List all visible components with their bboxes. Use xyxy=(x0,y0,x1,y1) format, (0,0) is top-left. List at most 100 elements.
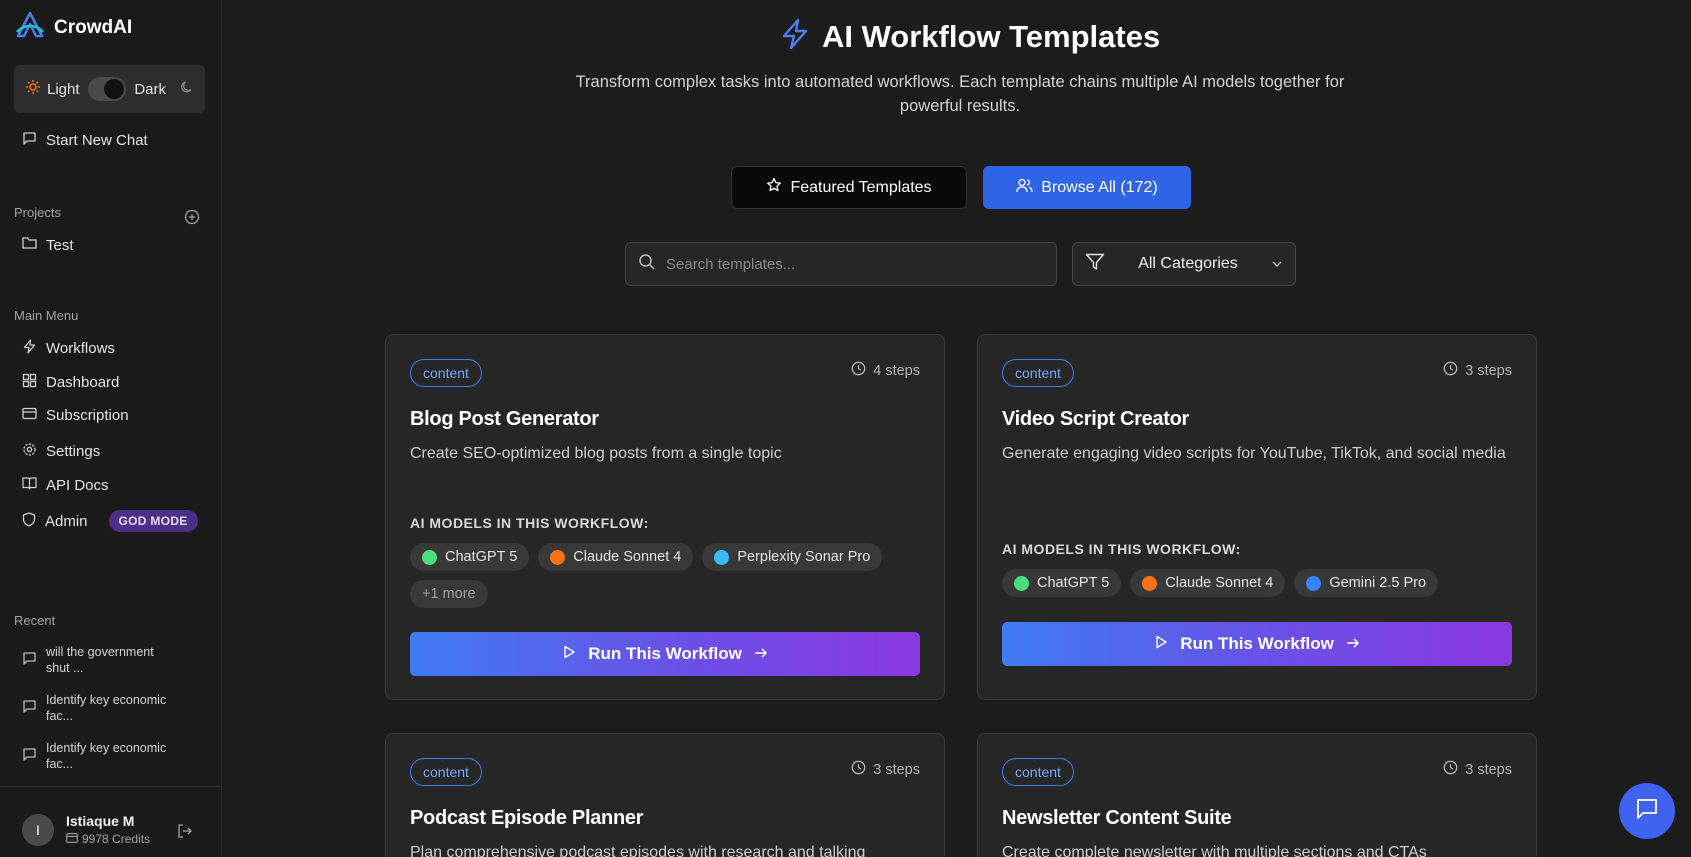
grid-icon xyxy=(22,373,37,392)
sidebar-item-label: Workflows xyxy=(46,340,115,357)
recent-label: Recent xyxy=(14,613,56,628)
brand-name: CrowdAI xyxy=(54,16,133,38)
sun-icon xyxy=(25,79,41,99)
theme-dark-label: Dark xyxy=(134,80,166,98)
card-title: Podcast Episode Planner xyxy=(410,807,644,829)
user-profile: I Istiaque M 9978 Credits xyxy=(0,786,222,857)
card-title: Newsletter Content Suite xyxy=(1002,807,1232,829)
filter-icon xyxy=(1085,253,1105,276)
main-menu-label: Main Menu xyxy=(14,308,79,323)
model-name: Gemini 2.5 Pro xyxy=(1329,575,1427,591)
sidebar-item-settings[interactable]: Settings xyxy=(22,442,100,461)
models-label: AI MODELS IN THIS WORKFLOW: xyxy=(410,515,649,531)
model-chip: Gemini 2.5 Pro xyxy=(1294,569,1439,597)
shield-icon xyxy=(22,511,36,531)
sidebar-item-label: Admin xyxy=(45,512,88,530)
credit-card-icon xyxy=(66,832,78,846)
card-description: Plan comprehensive podcast episodes with… xyxy=(410,844,866,857)
moon-icon xyxy=(180,80,194,98)
credits-label: 9978 Credits xyxy=(82,832,151,846)
model-chip: ChatGPT 5 xyxy=(410,543,530,571)
steps-label: 4 steps xyxy=(873,362,920,379)
workflow-card: content 3 steps Video Script Creator Gen… xyxy=(977,334,1537,700)
play-icon xyxy=(1154,634,1168,654)
brand[interactable]: CrowdAI xyxy=(14,10,132,45)
sidebar-item-admin[interactable]: Admin GOD MODE xyxy=(22,510,198,532)
model-name: ChatGPT 5 xyxy=(445,549,518,565)
sidebar-item-subscription[interactable]: Subscription xyxy=(22,407,129,424)
tab-label: Featured Templates xyxy=(790,178,932,196)
category-filter-select[interactable]: All Categories xyxy=(1072,242,1296,286)
tab-featured-templates[interactable]: Featured Templates xyxy=(731,166,967,209)
run-workflow-label: Run This Workflow xyxy=(1180,634,1334,653)
start-new-chat-button[interactable]: Start New Chat xyxy=(22,131,148,150)
book-icon xyxy=(22,476,37,494)
step-count: 3 steps xyxy=(1443,361,1512,380)
clock-icon xyxy=(1443,760,1458,779)
project-item-test[interactable]: Test xyxy=(22,236,74,254)
more-models-chip: +1 more xyxy=(410,580,488,608)
tab-browse-all[interactable]: Browse All (172) xyxy=(983,166,1191,209)
star-icon xyxy=(766,177,782,198)
step-count: 4 steps xyxy=(851,361,920,380)
chat-bubble-icon xyxy=(22,747,37,766)
page-subtitle: Transform complex tasks into automated w… xyxy=(575,73,1345,115)
user-credits: 9978 Credits xyxy=(66,832,150,846)
users-icon xyxy=(1016,178,1033,198)
model-chip: Claude Sonnet 4 xyxy=(1130,569,1286,597)
sidebar-item-label: Settings xyxy=(46,443,101,460)
zap-icon xyxy=(22,339,37,358)
chat-support-button[interactable] xyxy=(1619,783,1675,839)
steps-label: 3 steps xyxy=(873,761,920,778)
search-input[interactable] xyxy=(666,255,1044,273)
category-badge: content xyxy=(1002,758,1074,786)
page-title: AI Workflow Templates xyxy=(822,18,1161,54)
step-count: 3 steps xyxy=(1443,760,1512,779)
clock-icon xyxy=(1443,361,1458,380)
theme-toggle[interactable] xyxy=(87,77,127,101)
model-chip: Perplexity Sonar Pro xyxy=(702,543,883,571)
chat-bubble-icon xyxy=(22,651,37,670)
start-new-chat-label: Start New Chat xyxy=(46,132,148,149)
category-filter-value: All Categories xyxy=(1138,255,1238,272)
tab-label: Browse All (172) xyxy=(1041,178,1158,196)
category-badge: content xyxy=(410,359,482,387)
sidebar-item-label: API Docs xyxy=(46,476,109,494)
model-name: Perplexity Sonar Pro xyxy=(737,549,871,565)
card-title: Blog Post Generator xyxy=(410,408,599,430)
chat-bubble-icon xyxy=(22,699,37,718)
recent-chat-item[interactable]: will the government shut ... xyxy=(22,644,176,676)
model-name: ChatGPT 5 xyxy=(1037,575,1110,591)
projects-label: Projects xyxy=(14,205,61,220)
user-name: Istiaque M xyxy=(66,813,135,829)
run-workflow-button[interactable]: Run This Workflow xyxy=(1002,622,1512,666)
recent-chat-item[interactable]: Identify key economic fac... xyxy=(22,740,176,772)
arrow-right-icon xyxy=(1346,634,1360,654)
chevron-down-icon xyxy=(1271,255,1283,273)
avatar[interactable]: I xyxy=(22,814,54,846)
sidebar-item-label: Subscription xyxy=(46,407,129,424)
sidebar-item-api-docs[interactable]: API Docs xyxy=(22,476,109,494)
sidebar-item-workflows[interactable]: Workflows xyxy=(22,339,115,358)
workflow-card: content 3 steps Newsletter Content Suite… xyxy=(977,733,1537,857)
god-mode-badge: GOD MODE xyxy=(108,510,198,532)
card-title: Video Script Creator xyxy=(1002,408,1190,430)
recent-chat-item[interactable]: Identify key economic fac... xyxy=(22,692,176,724)
recent-chat-label: Identify key economic fac... xyxy=(46,741,167,771)
model-chip: ChatGPT 5 xyxy=(1002,569,1122,597)
step-count: 3 steps xyxy=(851,760,920,779)
add-project-icon[interactable] xyxy=(184,209,200,230)
run-workflow-button[interactable]: Run This Workflow xyxy=(410,632,920,676)
project-label: Test xyxy=(46,236,74,254)
chat-bubble-icon xyxy=(1635,797,1659,826)
sidebar-item-dashboard[interactable]: Dashboard xyxy=(22,373,119,392)
logout-icon[interactable] xyxy=(177,823,193,844)
page-header: AI Workflow Templates xyxy=(780,18,1160,55)
chat-bubble-icon xyxy=(22,131,37,150)
category-badge: content xyxy=(1002,359,1074,387)
sidebar: CrowdAI Light Dark Start New Chat Projec… xyxy=(0,0,222,857)
clock-icon xyxy=(851,760,866,779)
sidebar-item-label: Dashboard xyxy=(46,374,120,391)
model-chip: Claude Sonnet 4 xyxy=(538,543,694,571)
arrow-right-icon xyxy=(754,644,768,664)
